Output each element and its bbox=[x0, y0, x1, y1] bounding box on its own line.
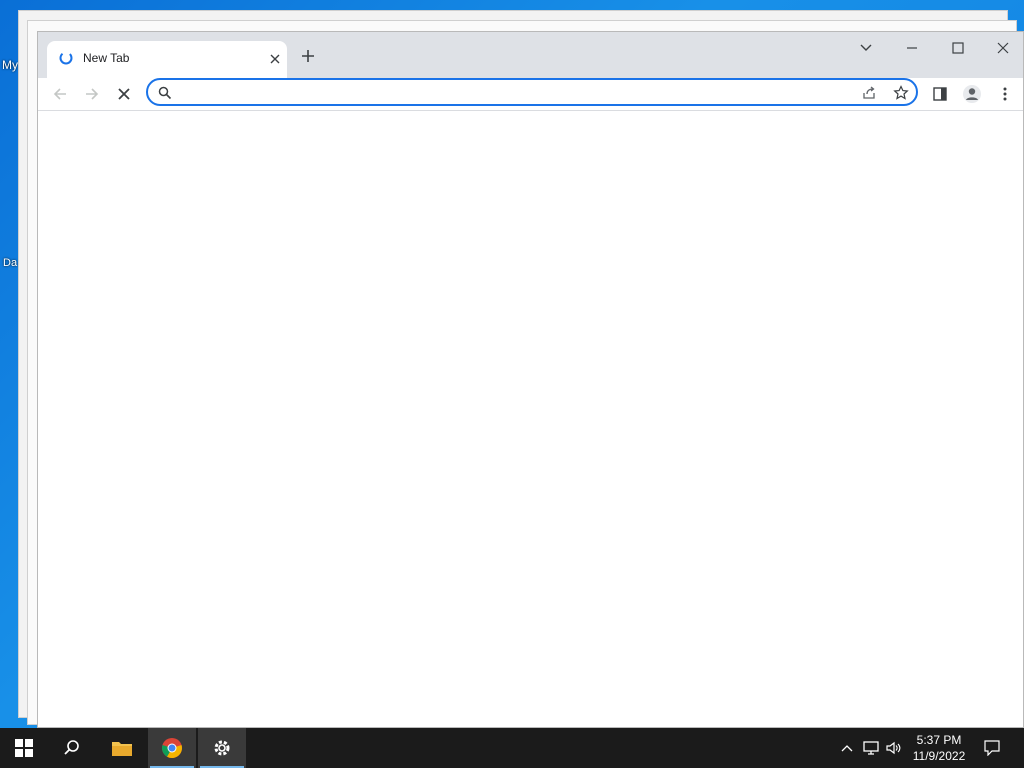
desktop-icon-label-da[interactable]: Da bbox=[3, 257, 17, 269]
clock-time: 5:37 PM bbox=[916, 733, 962, 747]
show-hidden-icons-icon[interactable] bbox=[838, 728, 856, 768]
system-clock[interactable]: 5:37 PM 11/9/2022 bbox=[904, 732, 974, 764]
side-panel-icon[interactable] bbox=[928, 82, 952, 106]
browser-toolbar bbox=[38, 78, 1023, 150]
minimize-button[interactable] bbox=[890, 34, 934, 62]
search-icon[interactable] bbox=[48, 728, 96, 768]
bookmark-star-icon[interactable] bbox=[892, 84, 910, 102]
new-tab-button[interactable] bbox=[296, 44, 320, 68]
chrome-icon[interactable] bbox=[148, 728, 196, 768]
clock-date: 11/9/2022 bbox=[912, 749, 966, 763]
search-icon bbox=[156, 84, 174, 102]
start-icon[interactable] bbox=[0, 728, 48, 768]
browser-window: New Tab bbox=[37, 31, 1024, 728]
file-explorer-icon[interactable] bbox=[98, 728, 146, 768]
tab-strip: New Tab bbox=[38, 32, 1023, 78]
tab-search-icon[interactable] bbox=[844, 34, 888, 62]
page-content bbox=[38, 111, 1023, 727]
close-window-button[interactable] bbox=[981, 34, 1024, 62]
stop-loading-button[interactable] bbox=[112, 82, 136, 106]
volume-icon[interactable] bbox=[884, 728, 904, 768]
address-input[interactable] bbox=[180, 83, 844, 103]
network-icon[interactable] bbox=[860, 728, 882, 768]
tab-title: New Tab bbox=[83, 51, 130, 65]
taskbar: 5:37 PM 11/9/2022 bbox=[0, 728, 1024, 768]
loading-favicon-icon bbox=[59, 51, 73, 65]
tab-close-icon[interactable] bbox=[265, 49, 285, 69]
forward-button[interactable] bbox=[80, 82, 104, 106]
share-icon[interactable] bbox=[860, 84, 878, 102]
back-button[interactable] bbox=[48, 82, 72, 106]
menu-kebab-icon[interactable] bbox=[993, 82, 1017, 106]
settings-icon[interactable] bbox=[198, 728, 246, 768]
tab-new-tab[interactable]: New Tab bbox=[47, 41, 287, 78]
profile-avatar-icon[interactable] bbox=[960, 82, 984, 106]
address-bar[interactable] bbox=[146, 78, 918, 106]
desktop-icon-label-my[interactable]: My bbox=[2, 58, 18, 72]
maximize-button[interactable] bbox=[936, 34, 980, 62]
notifications-icon[interactable] bbox=[980, 728, 1004, 768]
